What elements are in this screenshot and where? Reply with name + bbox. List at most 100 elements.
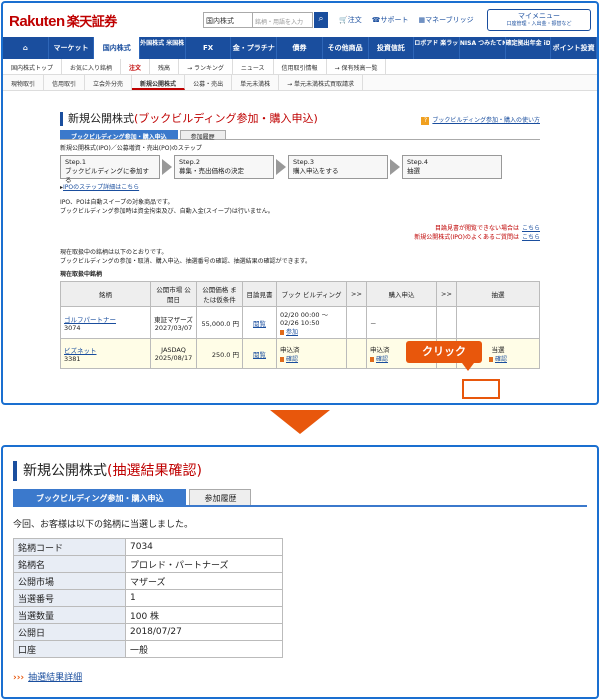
support-link-label: サポート — [380, 16, 409, 24]
nav-home[interactable]: ⌂ — [3, 37, 49, 59]
col-bookbuilding: ブック ビルディング — [276, 281, 347, 307]
title-prefix: 新規公開株式 — [68, 112, 134, 125]
ordernav-odd-lot[interactable]: 単元未満株 — [232, 75, 280, 90]
cell-arrow — [346, 338, 367, 369]
mymenu-button[interactable]: マイメニュー 口座管理・入出金・振替など — [487, 9, 591, 31]
help-link[interactable]: ? ブックビルディング参加・購入の使い方 — [421, 115, 540, 125]
prospectus-link[interactable]: 閲覧 — [253, 320, 266, 328]
nav-funds[interactable]: 投資信託 — [369, 37, 415, 59]
cell-price: 55,000.0 円 — [196, 306, 243, 339]
lottery-confirm-button[interactable]: 確認 — [489, 354, 507, 363]
step-4-text: 抽選 — [407, 167, 420, 175]
step-flow: Step.1 ブックビルディングに参加する Step.2 募集・売出価格の決定 St… — [60, 155, 540, 184]
search-button[interactable]: ⌕ — [314, 12, 328, 28]
cell-bookbuilding: 02/20 00:00 ～ 02/26 10:50 参加 — [276, 306, 347, 339]
bb-join-button[interactable]: 参加 — [280, 327, 298, 336]
nav-ideco[interactable]: 確定拠出年金 iDeCo — [506, 37, 552, 59]
subnav-stock-top[interactable]: 国内株式トップ — [3, 59, 63, 74]
table-row: 銘柄コード 7034 — [13, 538, 283, 556]
subnav-ranking[interactable]: → ランキング — [179, 59, 233, 74]
col-apply: 購入申込 — [366, 281, 437, 307]
tab-history[interactable]: 参加履歴 — [179, 130, 226, 141]
col-arrow: >> — [436, 281, 457, 307]
nav-other[interactable]: その他商品 — [323, 37, 369, 59]
nav-points[interactable]: ポイント投資 — [551, 37, 597, 59]
note-bb-sweep: ブックビルディング参加時は資金拘束及び、自動入金(スイープ)は行いません。 — [60, 208, 274, 215]
nav-gold[interactable]: 金・プラチナ — [231, 37, 278, 59]
search-category-select[interactable]: 国内株式 — [203, 12, 253, 28]
ordernav-odd-lot-buyback[interactable]: → 単元未満株式買取請求 — [279, 75, 364, 90]
table-header-row: 銘柄 公開市場 公開日 公開価格 または仮条件 目論見書 ブック ビルディング … — [60, 281, 540, 307]
order-link[interactable]: 🛒注文 — [339, 15, 362, 25]
nav-foreign-stock[interactable]: 外国株式 米国株・海外ETF — [140, 37, 186, 59]
list-intro-1: 現在取扱中の銘柄は以下のとおりです。 — [60, 249, 168, 256]
logo-jp-text: 楽天証券 — [66, 13, 118, 29]
table-row: 当選番号 1 — [13, 589, 283, 607]
subnav-order[interactable]: 注文 — [121, 59, 151, 74]
label-winning-no: 当選番号 — [13, 589, 126, 607]
faq-help: 新規公開株式(IPO)のよくあるご質問は こちら — [60, 232, 540, 241]
sub-nav: 国内株式トップ お気に入り銘柄 注文 残高 → ランキング ニュース 信用取引情… — [3, 59, 597, 75]
ordernav-spot[interactable]: 現物取引 — [3, 75, 45, 90]
cell-arrow — [436, 306, 457, 339]
result-tabs: ブックビルディング参加・購入申込 参加履歴 — [13, 489, 587, 507]
support-link[interactable]: ☎サポート — [372, 15, 409, 25]
result-title-suffix: (抽選結果確認) — [107, 463, 202, 479]
step-detail-link[interactable]: ▸IPOのステップ詳細はこちら — [60, 182, 540, 191]
stock-name-link[interactable]: ゴルフパートナー — [64, 314, 147, 324]
ordernav-po[interactable]: 公募・売出 — [185, 75, 233, 90]
stock-code: 3381 — [64, 354, 81, 363]
cell-arrow — [346, 306, 367, 339]
rakuten-logo[interactable]: Rakuten 楽天証券 — [9, 11, 117, 30]
subnav-balance[interactable]: 残高 — [150, 59, 180, 74]
col-market-date: 公開市場 公開日 — [150, 281, 197, 307]
search-input[interactable]: 銘柄・用語を入力 — [253, 12, 313, 28]
ordernav-ipo[interactable]: 新規公開株式 — [132, 75, 186, 90]
listing-date: 2025/08/17 — [154, 353, 193, 362]
table-row: 公開市場 マザーズ — [13, 572, 283, 590]
subnav-margin-info[interactable]: 信用取引情報 — [274, 59, 327, 74]
table-row: 公開日 2018/07/27 — [13, 623, 283, 641]
result-title: 新規公開株式(抽選結果確認) — [13, 461, 587, 481]
tab-bookbuilding[interactable]: ブックビルディング参加・購入申込 — [13, 489, 187, 505]
tab-history[interactable]: 参加履歴 — [189, 489, 252, 505]
help-icon: ? — [421, 117, 430, 125]
step-3-text: 購入申込をする — [293, 167, 339, 175]
main-nav: ⌂ マーケット 国内株式 外国株式 米国株・海外ETF FX 金・プラチナ 債券… — [3, 37, 597, 59]
money-bridge-link[interactable]: ▦マネーブリッジ — [418, 15, 473, 25]
subnav-favorites[interactable]: お気に入り銘柄 — [62, 59, 122, 74]
nav-fx[interactable]: FX — [186, 37, 232, 59]
ordernav-offfloor[interactable]: 立会外分売 — [85, 75, 133, 90]
step-1-head: Step.1 — [65, 158, 87, 166]
prospectus-link[interactable]: 閲覧 — [253, 351, 266, 359]
bb-confirm-button[interactable]: 確認 — [280, 354, 298, 363]
subnav-holdings[interactable]: → 保有残高一覧 — [327, 59, 387, 74]
nav-domestic-stock[interactable]: 国内株式 — [94, 37, 141, 59]
cell-market: JASDAQ 2025/08/17 — [150, 338, 197, 369]
table-row: ゴルフパートナー 3074 東証マザーズ 2027/03/07 55,000.0 円… — [60, 306, 540, 339]
step-2: Step.2 募集・売出価格の決定 — [174, 155, 274, 179]
nav-bonds[interactable]: 債券 — [277, 37, 323, 59]
result-detail-label: 抽選結果詳細 — [28, 673, 83, 683]
step-3: Step.3 購入申込をする — [288, 155, 388, 179]
step-2-text: 募集・売出価格の決定 — [179, 167, 244, 175]
prospectus-help-link[interactable]: こちら — [522, 225, 540, 232]
step-3-head: Step.3 — [293, 158, 315, 166]
value-account: 一般 — [125, 640, 283, 658]
apply-confirm-button[interactable]: 確認 — [370, 354, 388, 363]
stock-name-link[interactable]: ビズネット — [64, 345, 147, 355]
tab-bookbuilding[interactable]: ブックビルディング参加・購入申込 — [60, 130, 178, 141]
cell-market: 東証マザーズ 2027/03/07 — [150, 306, 197, 339]
col-price: 公開価格 または仮条件 — [196, 281, 243, 307]
down-arrow-icon — [270, 410, 330, 434]
bb-period: 02/20 00:00 ～ 02/26 10:50 — [280, 311, 329, 327]
nav-market[interactable]: マーケット — [49, 37, 95, 59]
subnav-news[interactable]: ニュース — [233, 59, 274, 74]
col-stock: 銘柄 — [60, 281, 151, 307]
result-detail-link[interactable]: ››› 抽選結果詳細 — [13, 670, 587, 683]
step-arrow-icon — [162, 159, 172, 175]
faq-help-link[interactable]: こちら — [522, 234, 540, 241]
nav-roboad[interactable]: ロボアド 楽ラップ — [414, 37, 460, 59]
ordernav-margin[interactable]: 信用取引 — [44, 75, 86, 90]
nav-nisa[interactable]: NISA つみたてNISA — [460, 37, 506, 59]
